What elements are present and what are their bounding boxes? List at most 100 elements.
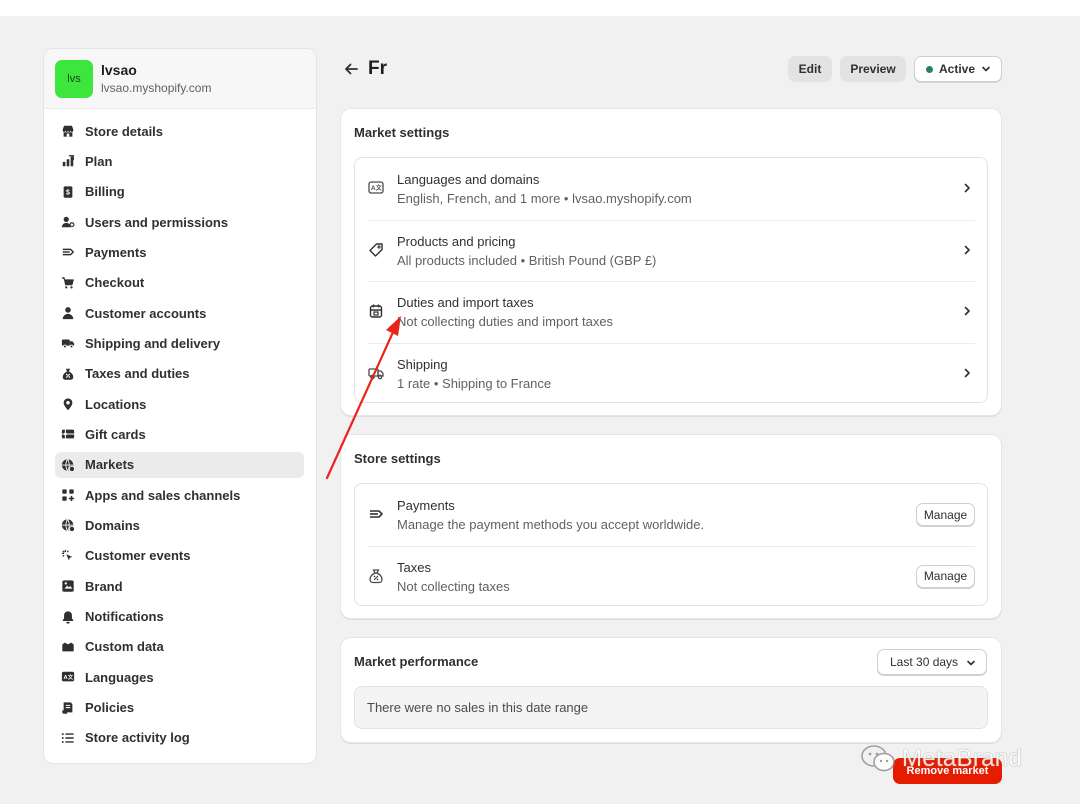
sidebar-item-gift-cards[interactable]: Gift cards [55, 421, 304, 447]
date-range-select[interactable]: Last 30 days [877, 649, 987, 675]
sidebar-item-taxes-and-duties[interactable]: Taxes and duties [55, 361, 304, 387]
row-subtitle: 1 rate • Shipping to France [397, 375, 552, 391]
sidebar-item-payments[interactable]: Payments [55, 239, 304, 265]
cart-icon [61, 276, 75, 290]
row-subtitle: All products included • British Pound (G… [397, 252, 657, 268]
sidebar-item-store-activity-log[interactable]: Store activity log [55, 725, 304, 751]
person-icon [61, 306, 75, 320]
sidebar-item-label: Customer accounts [85, 305, 207, 321]
preview-button[interactable]: Preview [840, 56, 906, 82]
row-title: Shipping [397, 356, 448, 372]
store-settings-title: Store settings [354, 451, 441, 466]
chevron-right-icon [964, 306, 970, 316]
status-select[interactable]: Active [914, 56, 1002, 82]
sidebar-item-label: Languages [85, 669, 154, 685]
row-text: Languages and domains English, French, an… [397, 171, 692, 207]
policy-icon [61, 701, 75, 715]
sidebar-item-store-details[interactable]: Store details [55, 118, 304, 144]
tax-bag-icon [368, 568, 384, 584]
globe-icon [61, 518, 75, 533]
language-icon: A文 [368, 180, 384, 196]
page-title: Fr [368, 58, 387, 79]
store-settings-card: Store settings Payments Manage the paymen… [340, 434, 1002, 619]
sidebar-item-notifications[interactable]: Notifications [55, 604, 304, 630]
sidebar-item-label: Apps and sales channels [85, 487, 241, 503]
sidebar-item-label: Store details [85, 123, 164, 139]
settings-row-shipping[interactable]: Shipping 1 rate • Shipping to France [355, 342, 987, 403]
sidebar-item-label: Users and permissions [85, 214, 229, 230]
sidebar-item-checkout[interactable]: Checkout [55, 270, 304, 296]
settings-row-products-and-pricing[interactable]: Products and pricing All products include… [355, 219, 987, 282]
manage-button[interactable]: Manage [916, 503, 975, 526]
svg-text:$: $ [66, 189, 70, 196]
sidebar-item-customer-accounts[interactable]: Customer accounts [55, 300, 304, 326]
chevron-down-icon [982, 66, 990, 72]
settings-row-duties-and-import-taxes[interactable]: Duties and import taxes Not collecting du… [355, 281, 987, 343]
sidebar-item-locations[interactable]: Locations [55, 391, 304, 417]
sidebar-item-label: Custom data [85, 639, 164, 655]
sidebar-item-label: Plan [85, 153, 113, 169]
svg-text:文: 文 [375, 184, 383, 192]
sidebar-item-markets[interactable]: Markets [55, 451, 304, 478]
settings-row-taxes: Taxes Not collecting taxes Manage [355, 545, 987, 606]
store-header[interactable]: lvs lvsao lvsao.myshopify.com [44, 49, 316, 109]
row-text: Products and pricing All products include… [397, 233, 656, 269]
sidebar-item-customer-events[interactable]: Customer events [55, 543, 304, 569]
sidebar-item-label: Store activity log [85, 730, 190, 746]
sidebar-item-brand[interactable]: Brand [55, 573, 304, 599]
edit-button[interactable]: Edit [788, 56, 832, 82]
back-arrow-icon[interactable] [342, 60, 360, 78]
market-settings-card: Market settings A 文 Languages and domains E… [340, 108, 1002, 416]
payments-icon [61, 245, 75, 259]
store-url: lvsao.myshopify.com [101, 80, 212, 95]
users-icon [61, 215, 75, 229]
settings-sidebar: lvs lvsao lvsao.myshopify.com Store deta… [43, 48, 317, 764]
billing-icon: $ [61, 185, 75, 199]
payments-icon [368, 506, 384, 522]
row-title: Products and pricing [397, 233, 516, 249]
row-subtitle: Not collecting duties and import taxes [397, 314, 614, 329]
language-icon: A文 [61, 670, 75, 684]
row-title: Payments [397, 498, 455, 513]
sidebar-item-users-and-permissions[interactable]: Users and permissions [55, 209, 304, 235]
row-title: Languages and domains [397, 172, 540, 187]
chevron-down-icon [967, 660, 975, 666]
row-text: Taxes Not collecting taxes [397, 559, 510, 595]
market-settings-title: Market settings [354, 125, 450, 140]
chevron-right-icon [964, 368, 970, 377]
empty-state-message: There were no sales in this date range [354, 686, 988, 729]
wechat-logo-icon [861, 745, 895, 772]
sidebar-item-billing[interactable]: $ Billing [55, 179, 304, 205]
store-icon [61, 124, 75, 138]
row-text: Shipping 1 rate • Shipping to France [397, 356, 551, 392]
row-subtitle: English, French, and 1 more • lvsao.mysh… [397, 191, 692, 206]
gift-card-icon [61, 427, 75, 441]
chevron-right-icon [964, 245, 970, 254]
sidebar-item-custom-data[interactable]: Custom data [55, 634, 304, 660]
market-performance-card: Market performance Last 30 days There we… [340, 637, 1002, 743]
cursor-click-icon [61, 549, 75, 563]
sidebar-item-label: Billing [85, 184, 125, 200]
settings-row-payments: Payments Manage the payment methods you a… [355, 484, 987, 546]
row-subtitle: Manage the payment methods you accept wo… [397, 517, 705, 532]
sidebar-item-apps-and-sales-channels[interactable]: Apps and sales channels [55, 482, 304, 508]
sidebar-item-plan[interactable]: Plan [55, 148, 304, 174]
store-name: lvsao [101, 61, 137, 78]
custom-data-icon [61, 640, 75, 654]
sidebar-item-shipping-and-delivery[interactable]: Shipping and delivery [55, 330, 304, 356]
truck-icon [61, 336, 75, 350]
sidebar-item-languages[interactable]: A 文 Languages [55, 664, 304, 690]
sidebar-item-label: Gift cards [85, 426, 146, 442]
sidebar-item-label: Locations [85, 396, 147, 412]
watermark-text: MetaBrand [902, 745, 1023, 772]
truck-icon [368, 365, 384, 381]
sidebar-item-label: Markets [85, 457, 135, 473]
sidebar-item-label: Notifications [85, 609, 164, 624]
sidebar-item-domains[interactable]: Domains [55, 512, 304, 538]
sidebar-item-label: Brand [85, 578, 123, 594]
settings-row-languages-and-domains[interactable]: A 文 Languages and domains English, French, … [355, 158, 987, 220]
apps-icon [61, 488, 75, 502]
manage-button[interactable]: Manage [916, 564, 975, 588]
date-range-label: Last 30 days [890, 655, 959, 669]
sidebar-item-policies[interactable]: Policies [55, 695, 304, 721]
